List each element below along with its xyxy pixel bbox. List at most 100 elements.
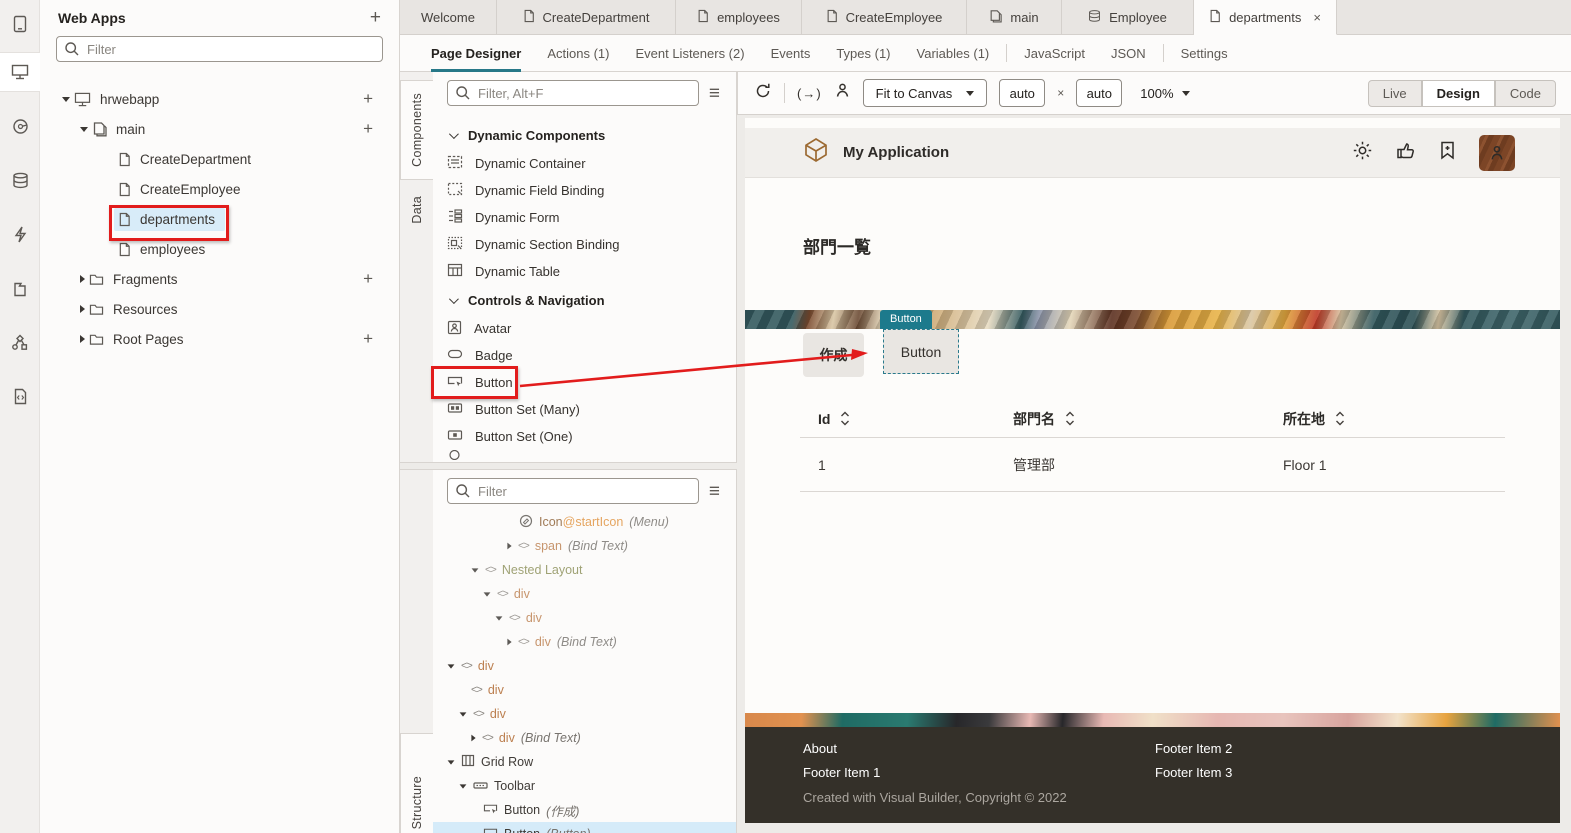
- component-button[interactable]: Button: [433, 369, 736, 396]
- tree-item-main[interactable]: main +: [40, 114, 399, 144]
- column-header-name[interactable]: 部門名: [1013, 409, 1283, 429]
- monitor-icon[interactable]: [0, 52, 40, 92]
- table-row[interactable]: 1 管理部 Floor 1: [800, 438, 1505, 492]
- tree-item-fragments[interactable]: Fragments +: [40, 264, 399, 294]
- tree-item-root-pages[interactable]: Root Pages +: [40, 324, 399, 354]
- component-dynamic-section-binding[interactable]: Dynamic Section Binding: [433, 231, 736, 258]
- tab-page-designer[interactable]: Page Designer: [418, 35, 534, 72]
- web-apps-filter-input[interactable]: [56, 36, 383, 62]
- tree-item-create-department[interactable]: CreateDepartment: [40, 144, 399, 174]
- tab-main[interactable]: main: [967, 0, 1062, 35]
- gear-icon[interactable]: [1352, 140, 1373, 166]
- processes-icon[interactable]: [0, 214, 40, 254]
- add-flow-button[interactable]: +: [363, 92, 373, 106]
- structure-node-span[interactable]: <> span (Bind Text): [433, 534, 736, 558]
- tree-item-employees[interactable]: employees: [40, 234, 399, 264]
- tablet-icon[interactable]: [0, 4, 40, 44]
- tab-data[interactable]: Data: [400, 184, 433, 236]
- tab-javascript[interactable]: JavaScript: [1011, 35, 1098, 72]
- footer-link-item2[interactable]: Footer Item 2: [1155, 741, 1232, 756]
- structure-node-div[interactable]: <> div: [433, 654, 736, 678]
- tab-actions[interactable]: Actions (1): [534, 35, 622, 72]
- collapse-arrow-icon[interactable]: [507, 639, 511, 646]
- expand-arrow-icon[interactable]: [460, 712, 467, 716]
- user-context-icon[interactable]: [834, 82, 851, 104]
- live-pointer-icon[interactable]: (→): [797, 86, 822, 101]
- hamburger-menu-icon[interactable]: ≡: [709, 482, 724, 501]
- refresh-icon[interactable]: [754, 82, 772, 105]
- tab-settings[interactable]: Settings: [1168, 35, 1241, 72]
- structure-node-button-create[interactable]: Button (作成): [433, 798, 736, 822]
- tree-item-hrwebapp[interactable]: hrwebapp +: [40, 84, 399, 114]
- zoom-select[interactable]: 100%: [1140, 86, 1189, 101]
- thumbs-up-icon[interactable]: [1395, 140, 1416, 166]
- structure-node-nested-layout[interactable]: <> Nested Layout: [433, 558, 736, 582]
- collapse-arrow-icon[interactable]: [507, 543, 511, 550]
- tab-components[interactable]: Components: [400, 80, 433, 180]
- component-avatar[interactable]: Avatar: [433, 315, 736, 342]
- structure-node-div-bind-text[interactable]: <> div (Bind Text): [433, 726, 736, 750]
- extensions-icon[interactable]: [0, 268, 40, 308]
- structure-node-toolbar[interactable]: Toolbar: [433, 774, 736, 798]
- layouts-icon[interactable]: [0, 322, 40, 362]
- sort-icon[interactable]: [840, 411, 850, 426]
- add-web-app-button[interactable]: +: [370, 11, 381, 25]
- tab-welcome[interactable]: Welcome: [400, 0, 497, 35]
- tab-types[interactable]: Types (1): [823, 35, 903, 72]
- component-dynamic-field-binding[interactable]: Dynamic Field Binding: [433, 177, 736, 204]
- add-fragment-button[interactable]: +: [363, 272, 373, 286]
- structure-filter-input[interactable]: [447, 478, 699, 504]
- dropped-button[interactable]: Button: [883, 329, 959, 374]
- tab-employee[interactable]: Employee: [1062, 0, 1194, 35]
- tab-structure[interactable]: Structure: [400, 733, 433, 833]
- component-button-set-many[interactable]: Button Set (Many): [433, 396, 736, 423]
- tab-departments[interactable]: departments ×: [1194, 0, 1337, 35]
- business-objects-icon[interactable]: [0, 160, 40, 200]
- component-badge[interactable]: Badge: [433, 342, 736, 369]
- footer-link-item3[interactable]: Footer Item 3: [1155, 765, 1232, 780]
- hamburger-menu-icon[interactable]: ≡: [709, 84, 724, 103]
- column-header-location[interactable]: 所在地: [1283, 409, 1505, 429]
- structure-node-div[interactable]: <> div: [433, 582, 736, 606]
- canvas-height-input[interactable]: [1076, 79, 1122, 107]
- section-controls-navigation[interactable]: Controls & Navigation: [433, 285, 736, 315]
- add-page-button[interactable]: +: [363, 122, 373, 136]
- component-dynamic-container[interactable]: Dynamic Container: [433, 150, 736, 177]
- canvas-width-input[interactable]: [999, 79, 1045, 107]
- structure-node-icon[interactable]: Icon@startIcon (Menu): [433, 510, 736, 534]
- bookmark-plus-icon[interactable]: [1438, 140, 1457, 166]
- component-dynamic-table[interactable]: Dynamic Table: [433, 258, 736, 285]
- tab-create-employee[interactable]: CreateEmployee: [802, 0, 967, 35]
- tab-variables[interactable]: Variables (1): [904, 35, 1003, 72]
- mode-live-button[interactable]: Live: [1368, 80, 1422, 107]
- tab-json[interactable]: JSON: [1098, 35, 1159, 72]
- fit-to-canvas-select[interactable]: Fit to Canvas: [863, 79, 988, 107]
- column-header-id[interactable]: Id: [800, 411, 1013, 427]
- tab-event-listeners[interactable]: Event Listeners (2): [622, 35, 757, 72]
- create-button[interactable]: 作成: [803, 333, 864, 377]
- structure-node-button-selected[interactable]: Button (Button): [433, 822, 736, 833]
- add-root-page-button[interactable]: +: [363, 332, 373, 346]
- expand-arrow-icon[interactable]: [62, 97, 70, 102]
- footer-link-item1[interactable]: Footer Item 1: [803, 765, 1155, 780]
- section-dynamic-components[interactable]: Dynamic Components: [433, 120, 736, 150]
- expand-arrow-icon[interactable]: [484, 592, 491, 596]
- sort-icon[interactable]: [1065, 411, 1075, 426]
- expand-arrow-icon[interactable]: [496, 616, 503, 620]
- structure-node-grid-row[interactable]: Grid Row: [433, 750, 736, 774]
- service-connections-icon[interactable]: [0, 106, 40, 146]
- tab-events[interactable]: Events: [758, 35, 824, 72]
- structure-node-div[interactable]: <> div: [433, 678, 736, 702]
- expand-arrow-icon[interactable]: [460, 784, 467, 788]
- structure-node-div-bind-text[interactable]: <> div (Bind Text): [433, 630, 736, 654]
- tree-item-departments[interactable]: departments: [40, 204, 399, 234]
- expand-arrow-icon[interactable]: [448, 760, 455, 764]
- sort-icon[interactable]: [1335, 411, 1345, 426]
- component-dynamic-form[interactable]: Dynamic Form: [433, 204, 736, 231]
- components-filter-input[interactable]: [447, 80, 699, 106]
- user-avatar[interactable]: [1479, 135, 1515, 171]
- mode-code-button[interactable]: Code: [1495, 80, 1556, 107]
- tab-employees[interactable]: employees: [676, 0, 802, 35]
- component-clipped-item[interactable]: [433, 450, 736, 460]
- source-icon[interactable]: [0, 376, 40, 416]
